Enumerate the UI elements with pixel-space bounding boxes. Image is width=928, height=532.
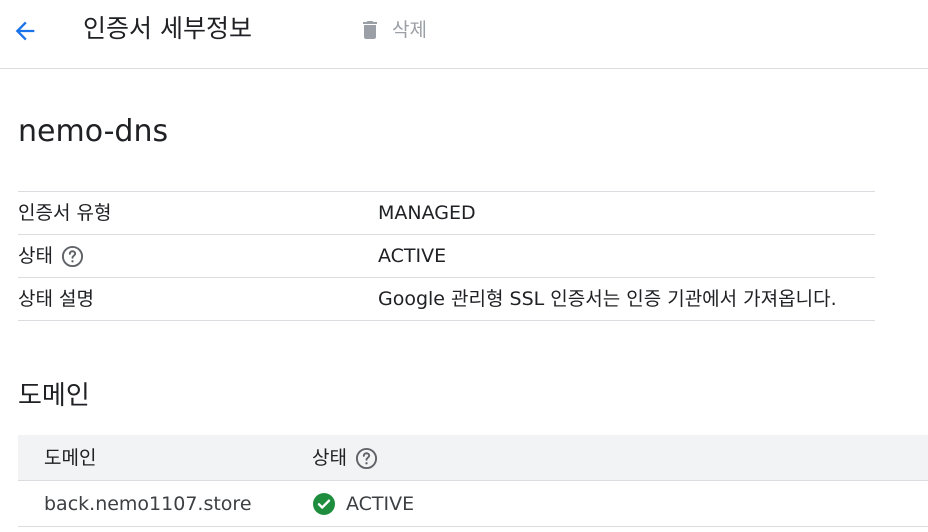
detail-label: 상태 설명 (18, 288, 94, 310)
page-title: 인증서 세부정보 (83, 14, 252, 43)
delete-label: 삭제 (392, 19, 427, 41)
help-icon[interactable] (61, 245, 84, 268)
app-header: 인증서 세부정보 삭제 (0, 0, 928, 69)
trash-icon (363, 21, 377, 39)
column-header-status: 상태 (312, 447, 347, 469)
detail-value: ACTIVE (378, 245, 447, 267)
status-cell: ACTIVE (312, 481, 414, 527)
column-header-domain: 도메인 (44, 447, 97, 469)
delete-button[interactable]: 삭제 (358, 14, 427, 46)
check-circle-icon (313, 493, 335, 515)
help-icon[interactable] (355, 447, 378, 470)
detail-value: Google 관리형 SSL 인증서는 인증 기관에서 가져옵니다. (378, 288, 837, 310)
arrow-back-icon (15, 21, 35, 41)
certificate-name: nemo-dns (18, 114, 169, 149)
detail-label-wrap: 상태 (18, 235, 84, 277)
details-table: 인증서 유형 MANAGED 상태 ACTIVE 상태 설명 Google 관리… (18, 191, 875, 321)
detail-label: 상태 (18, 245, 53, 267)
table-header: 도메인 상태 (18, 435, 928, 481)
domains-section-title: 도메인 (18, 381, 90, 411)
detail-value: MANAGED (378, 202, 476, 224)
domains-table: 도메인 상태 back.nemo1107.store ACTIVE (18, 435, 928, 527)
detail-label: 인증서 유형 (18, 202, 112, 224)
detail-row-type: 인증서 유형 MANAGED (18, 192, 875, 235)
column-header-status-wrap: 상태 (312, 435, 378, 481)
status-label: ACTIVE (346, 493, 415, 515)
back-button[interactable] (8, 14, 42, 48)
detail-row-status-description: 상태 설명 Google 관리형 SSL 인증서는 인증 기관에서 가져옵니다. (18, 278, 875, 321)
table-row: back.nemo1107.store ACTIVE (18, 481, 928, 527)
domain-cell: back.nemo1107.store (44, 493, 252, 515)
detail-row-status: 상태 ACTIVE (18, 235, 875, 278)
